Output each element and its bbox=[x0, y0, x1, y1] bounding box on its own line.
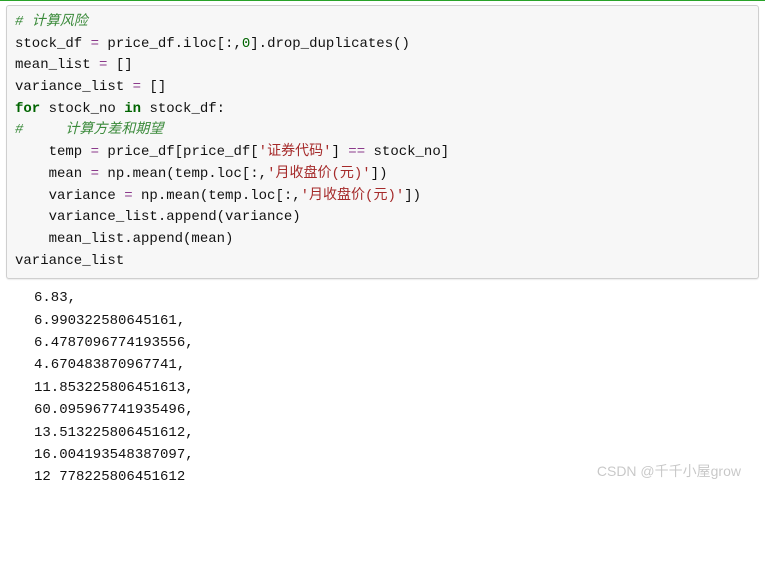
output-line: 6.83, bbox=[34, 287, 759, 309]
code-string: '月收盘价(元)' bbox=[301, 188, 405, 204]
code-text: ]) bbox=[371, 166, 388, 182]
output-line: 60.095967741935496, bbox=[34, 399, 759, 421]
output-line: 16.004193548387097, bbox=[34, 444, 759, 466]
code-text: np.mean(temp.loc[:, bbox=[99, 166, 267, 182]
code-keyword: for bbox=[15, 101, 40, 117]
code-text: stock_no bbox=[40, 101, 124, 117]
code-text: ] bbox=[331, 144, 348, 160]
code-text: variance_list bbox=[15, 79, 133, 95]
code-op: = bbox=[91, 36, 99, 52]
output-line: 13.513225806451612, bbox=[34, 422, 759, 444]
code-text: ].drop_duplicates() bbox=[250, 36, 410, 52]
code-op: = bbox=[91, 166, 99, 182]
code-text: stock_df bbox=[15, 36, 91, 52]
code-op: == bbox=[348, 144, 365, 160]
code-text: ]) bbox=[404, 188, 421, 204]
code-text: variance_list.append(variance) bbox=[15, 209, 301, 225]
code-text: mean bbox=[15, 166, 91, 182]
code-op: = bbox=[133, 79, 141, 95]
code-text: np.mean(temp.loc[:, bbox=[133, 188, 301, 204]
notebook-cell: # 计算风险 stock_df = price_df.iloc[:,0].dro… bbox=[0, 0, 765, 489]
output-line: 4.670483870967741, bbox=[34, 354, 759, 376]
code-keyword: in bbox=[124, 101, 141, 117]
code-text: price_df[price_df[ bbox=[99, 144, 259, 160]
code-text: [] bbox=[141, 79, 166, 95]
output-line: 11.853225806451613, bbox=[34, 377, 759, 399]
code-string: '证券代码' bbox=[259, 144, 332, 160]
code-text: temp bbox=[15, 144, 91, 160]
code-text: variance_list bbox=[15, 253, 124, 269]
code-op: = bbox=[91, 144, 99, 160]
output-line: 12 778225806451612 bbox=[34, 466, 759, 488]
output-block: 6.83, 6.990322580645161, 6.4787096774193… bbox=[6, 279, 759, 489]
code-text: [] bbox=[107, 57, 132, 73]
code-comment: # 计算风险 bbox=[15, 14, 88, 30]
code-text: stock_no] bbox=[365, 144, 449, 160]
code-op: = bbox=[124, 188, 132, 204]
output-line: 6.990322580645161, bbox=[34, 310, 759, 332]
code-string: '月收盘价(元)' bbox=[267, 166, 371, 182]
code-text: stock_df: bbox=[141, 101, 225, 117]
output-line: 6.4787096774193556, bbox=[34, 332, 759, 354]
code-input-block[interactable]: # 计算风险 stock_df = price_df.iloc[:,0].dro… bbox=[6, 5, 759, 279]
code-comment: # 计算方差和期望 bbox=[15, 122, 163, 138]
code-text: price_df.iloc[:, bbox=[99, 36, 242, 52]
code-num: 0 bbox=[242, 36, 250, 52]
code-text: mean_list bbox=[15, 57, 99, 73]
code-text: mean_list.append(mean) bbox=[15, 231, 233, 247]
code-text: variance bbox=[15, 188, 124, 204]
